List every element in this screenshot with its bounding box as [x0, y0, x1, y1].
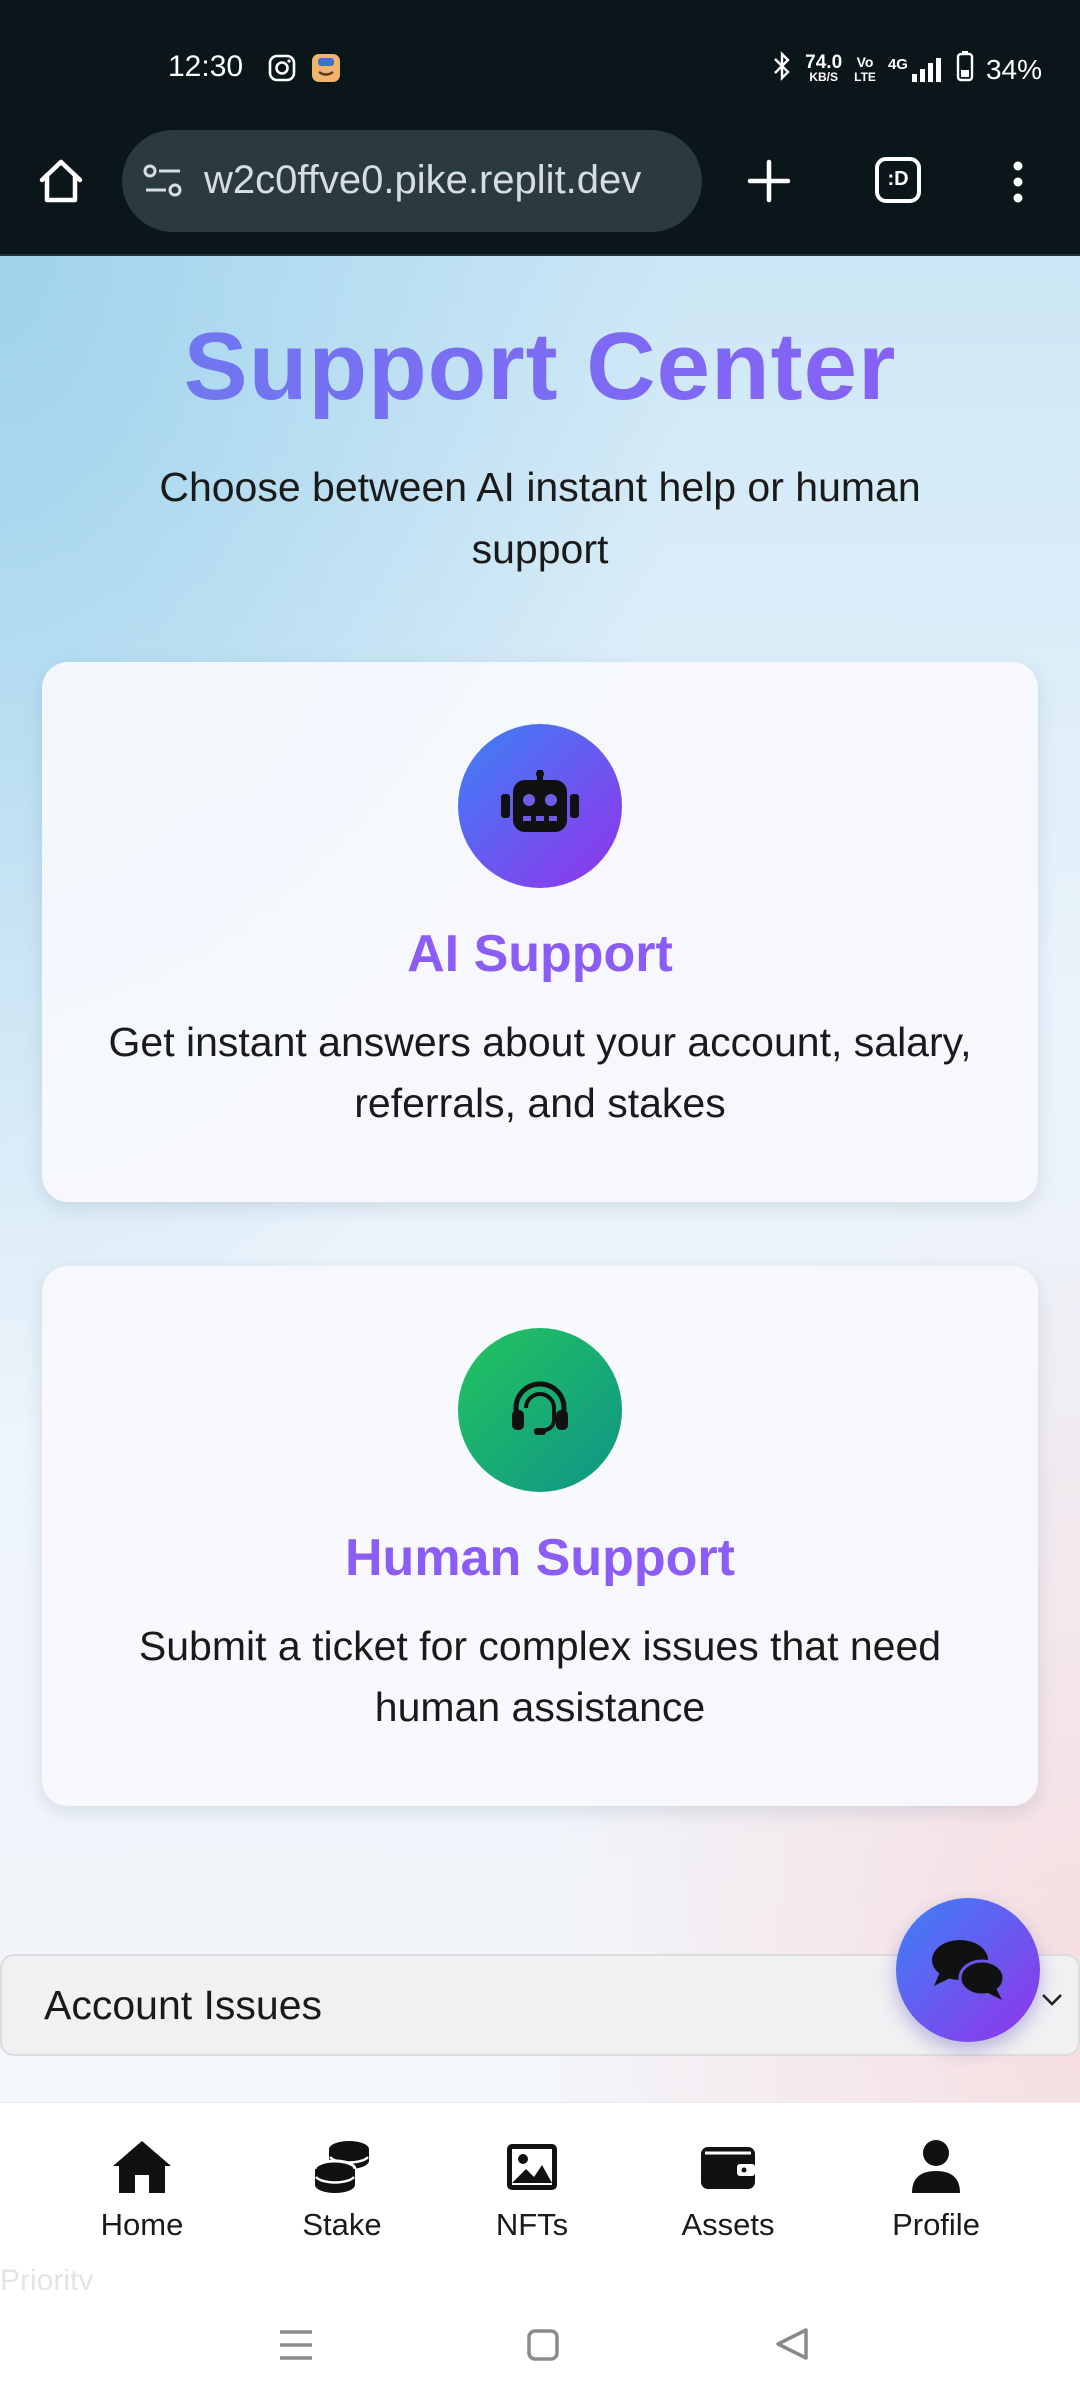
battery-icon — [956, 50, 974, 89]
human-support-title: Human Support — [345, 1529, 735, 1587]
robot-icon — [501, 770, 579, 832]
app-notification-icon — [310, 52, 342, 89]
category-select-value: Account Issues — [44, 1982, 323, 2028]
url-text[interactable]: w2c0ffve0.pike.replit.dev — [204, 158, 641, 203]
ai-support-icon-badge — [458, 724, 622, 888]
nav-home-label: Home — [100, 2207, 184, 2242]
address-bar[interactable]: w2c0ffve0.pike.replit.dev — [122, 130, 702, 232]
nav-assets-label: Assets — [681, 2207, 775, 2242]
battery-percent: 34% — [985, 53, 1042, 85]
nav-home[interactable]: Home — [62, 2139, 222, 2243]
status-bar: 12:30 74.0 KB/S Vo LTE 4G 34% — [0, 0, 1080, 140]
volte-indicator: Vo LTE — [854, 53, 876, 85]
chevron-down-icon — [1040, 1992, 1064, 2013]
browser-toolbar: w2c0ffve0.pike.replit.dev :D — [0, 128, 1080, 257]
network-type: 4G — [887, 55, 908, 73]
bottom-nav: Home Stake NFTs Assets Profile — [0, 2102, 1080, 2291]
volte-bottom: LTE — [854, 69, 876, 84]
page-subtitle: Choose between AI instant help or human … — [159, 464, 921, 572]
volte-top: Vo — [856, 53, 874, 70]
human-support-icon-badge — [458, 1328, 622, 1492]
net-speed-unit: KB/S — [809, 69, 838, 84]
user-icon — [912, 2140, 960, 2193]
image-icon — [507, 2144, 557, 2190]
ai-support-title: AI Support — [407, 925, 673, 983]
human-support-card[interactable]: Human Support Submit a ticket for comple… — [42, 1266, 1038, 1806]
nav-stake[interactable]: Stake — [262, 2139, 422, 2243]
human-support-description: Submit a ticket for complex issues that … — [138, 1623, 942, 1730]
ai-support-card[interactable]: AI Support Get instant answers about you… — [42, 662, 1038, 1202]
system-nav-bar — [0, 2290, 1080, 2400]
tab-switcher-icon[interactable]: :D — [874, 156, 922, 204]
bluetooth-icon — [771, 51, 793, 88]
home-button-icon[interactable] — [526, 2328, 560, 2367]
chat-bubbles-icon — [932, 1940, 1006, 2000]
back-icon[interactable] — [774, 2326, 810, 2367]
ai-support-description: Get instant answers about your account, … — [108, 1019, 972, 1126]
signal-icon: 4G — [888, 56, 944, 84]
nav-profile[interactable]: Profile — [856, 2139, 1016, 2243]
tab-switcher-label: :D — [887, 168, 909, 190]
home-icon[interactable] — [36, 156, 86, 211]
wallet-icon — [701, 2147, 755, 2189]
nav-stake-label: Stake — [302, 2207, 382, 2242]
headset-icon — [512, 1381, 568, 1435]
new-tab-icon[interactable] — [746, 158, 792, 209]
status-indicators: 74.0 KB/S Vo LTE 4G 34% — [771, 50, 1042, 89]
nav-assets[interactable]: Assets — [648, 2139, 808, 2243]
page-title: Support Center — [0, 312, 1080, 422]
nav-nfts[interactable]: NFTs — [452, 2139, 612, 2243]
nav-nfts-label: NFTs — [495, 2207, 569, 2242]
instagram-icon — [268, 54, 296, 87]
coins-icon — [313, 2141, 369, 2193]
chat-fab-button[interactable] — [896, 1898, 1040, 2042]
nav-profile-label: Profile — [892, 2207, 980, 2242]
status-notifications — [268, 52, 342, 89]
more-menu-icon[interactable] — [1008, 160, 1028, 209]
recents-icon[interactable] — [278, 2328, 314, 2367]
home-icon — [113, 2141, 171, 2193]
net-speed-value: 74.0 — [805, 51, 843, 73]
support-page: Support Center Choose between AI instant… — [0, 256, 1080, 2102]
net-speed: 74.0 KB/S — [805, 51, 843, 85]
status-time: 12:30 — [168, 50, 244, 83]
site-settings-icon[interactable] — [142, 162, 184, 205]
